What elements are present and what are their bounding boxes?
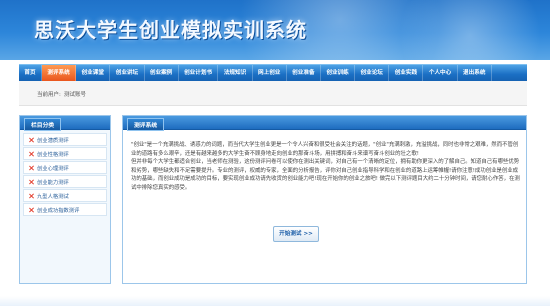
close-x-icon [28,193,34,199]
sidebar-item[interactable]: 创业潜质测评 [23,133,107,146]
start-test-button[interactable]: 开始测试 >> [273,226,319,242]
nav-item[interactable]: 创业案例 [145,65,179,82]
sidebar-item[interactable]: 九型人格测试 [23,189,107,202]
header-banner: 思沃大学生创业模拟实训系统 [0,0,550,60]
user-bar: 当前用户: 测试账号 [19,81,527,106]
current-user-label: 当前用户: [37,92,61,98]
nav-item[interactable]: 创业准备 [287,65,321,82]
nav-item[interactable]: 创业课堂 [76,65,111,82]
site-title: 思沃大学生创业模拟实训系统 [34,18,307,42]
sidebar-title: 栏目分类 [24,118,62,131]
nav-item[interactable]: 创业训练 [321,65,356,82]
close-x-icon [28,151,34,157]
nav-item[interactable]: 创业实践 [389,65,424,82]
sidebar-item-label: 创业心理测评 [37,165,69,172]
sidebar-item-label: 创业能力测评 [37,179,69,186]
sidebar-item-label: 创业潜质测评 [37,137,69,144]
sidebar-item[interactable]: 创业心理测评 [23,161,107,174]
sidebar-item-label: 创业性格测评 [37,151,69,158]
nav-item[interactable]: 个人中心 [423,65,458,82]
close-x-icon [28,137,34,143]
sidebar-item-label: 创业成功指数测评 [37,207,80,214]
intro-paragraph: "创业"是一个充满挑战、诱惑力的词题，而当代大学生创业更是一个令人兴奋和很受社会… [131,142,519,157]
sidebar-list: 创业潜质测评 创业性格测评 创业心理测评 创业能力测评 九型人格测试创业成功指数测评 [20,130,110,218]
main-nav: 首页 测评系统 创业课堂 创业讲坛 创业案例 创业计划书 法规知识 网上创业 创业准备 创业训练创… [19,64,527,82]
main-panel-header: 测评系统 [123,116,526,131]
sidebar-item[interactable]: 创业能力测评 [23,175,107,188]
sidebar-item[interactable]: 创业成功指数测评 [23,203,107,216]
nav-item[interactable]: 网上创业 [253,65,287,82]
main-panel-title: 测评系统 [127,118,165,131]
sidebar-item[interactable]: 创业性格测评 [23,147,107,160]
intro-paragraph: 但并非每个大学生都适合创业，当老师在测验，这份测评问卷可以使你在测出关键词，对自… [131,159,520,191]
banner-light-decoration [380,0,550,60]
category-sidebar: 栏目分类 创业潜质测评 创业性格测评 创业心理测评 创业能力测评 九型人格测试创业成功指… [19,115,111,284]
nav-item[interactable]: 创业讲坛 [110,65,145,82]
current-user-name: 测试账号 [64,92,87,98]
nav-item[interactable]: 测评系统 [41,65,77,82]
page-bottom [0,296,550,306]
sidebar-header: 栏目分类 [20,116,110,131]
close-x-icon [28,165,34,171]
close-x-icon [28,179,34,185]
nav-item[interactable]: 首页 [19,65,42,82]
sidebar-item-label: 九型人格测试 [37,193,69,200]
nav-item[interactable]: 法规知识 [218,65,253,82]
nav-item[interactable]: 创业论坛 [355,65,390,82]
intro-text: "创业"是一个充满挑战、诱惑力的词题，而当代大学生创业更是一个令人兴奋和很受社会… [131,141,521,193]
nav-item[interactable]: 创业计划书 [179,65,219,82]
close-x-icon [28,207,34,213]
nav-item[interactable]: 退出系统 [458,65,492,82]
main-panel: 测评系统 "创业"是一个充满挑战、诱惑力的词题，而当代大学生创业更是一个令人兴奋… [122,115,527,284]
